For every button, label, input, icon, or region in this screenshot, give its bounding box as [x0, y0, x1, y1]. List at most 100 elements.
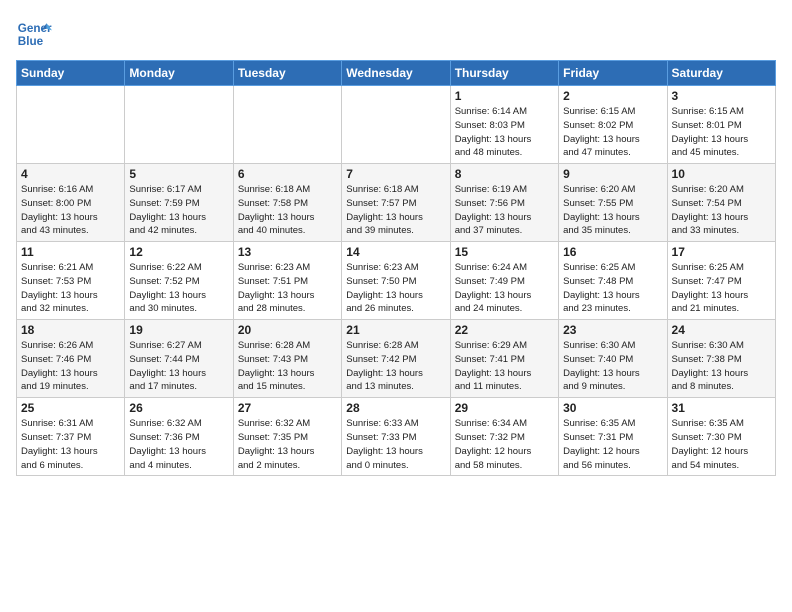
day-number: 15	[455, 245, 554, 259]
day-number: 26	[129, 401, 228, 415]
weekday-header-tuesday: Tuesday	[233, 61, 341, 86]
week-row-3: 11 Sunrise: 6:21 AM Sunset: 7:53 PM Dayli…	[17, 242, 776, 320]
day-detail: Sunrise: 6:14 AM Sunset: 8:03 PM Dayligh…	[455, 105, 554, 160]
day-detail: Sunrise: 6:18 AM Sunset: 7:58 PM Dayligh…	[238, 183, 337, 238]
day-number: 31	[672, 401, 771, 415]
calendar-cell: 2 Sunrise: 6:15 AM Sunset: 8:02 PM Daylig…	[559, 86, 667, 164]
calendar-cell	[125, 86, 233, 164]
calendar-cell: 13 Sunrise: 6:23 AM Sunset: 7:51 PM Dayli…	[233, 242, 341, 320]
weekday-header-saturday: Saturday	[667, 61, 775, 86]
day-detail: Sunrise: 6:34 AM Sunset: 7:32 PM Dayligh…	[455, 417, 554, 472]
day-number: 29	[455, 401, 554, 415]
day-detail: Sunrise: 6:32 AM Sunset: 7:35 PM Dayligh…	[238, 417, 337, 472]
day-detail: Sunrise: 6:16 AM Sunset: 8:00 PM Dayligh…	[21, 183, 120, 238]
day-detail: Sunrise: 6:33 AM Sunset: 7:33 PM Dayligh…	[346, 417, 445, 472]
week-row-4: 18 Sunrise: 6:26 AM Sunset: 7:46 PM Dayli…	[17, 320, 776, 398]
weekday-header-wednesday: Wednesday	[342, 61, 450, 86]
day-number: 25	[21, 401, 120, 415]
day-number: 22	[455, 323, 554, 337]
day-number: 9	[563, 167, 662, 181]
svg-text:Blue: Blue	[18, 35, 44, 48]
day-number: 8	[455, 167, 554, 181]
week-row-1: 1 Sunrise: 6:14 AM Sunset: 8:03 PM Daylig…	[17, 86, 776, 164]
calendar-cell: 23Sunrise: 6:30 AM Sunset: 7:40 PM Dayli…	[559, 320, 667, 398]
calendar-cell: 29 Sunrise: 6:34 AM Sunset: 7:32 PM Dayli…	[450, 398, 558, 476]
weekday-header-thursday: Thursday	[450, 61, 558, 86]
day-detail: Sunrise: 6:35 AM Sunset: 7:30 PM Dayligh…	[672, 417, 771, 472]
day-detail: Sunrise: 6:32 AM Sunset: 7:36 PM Dayligh…	[129, 417, 228, 472]
calendar-cell: 17Sunrise: 6:25 AM Sunset: 7:47 PM Dayli…	[667, 242, 775, 320]
calendar-cell	[233, 86, 341, 164]
calendar-cell: 7 Sunrise: 6:18 AM Sunset: 7:57 PM Daylig…	[342, 164, 450, 242]
day-detail: Sunrise: 6:27 AM Sunset: 7:44 PM Dayligh…	[129, 339, 228, 394]
calendar-cell: 24 Sunrise: 6:30 AM Sunset: 7:38 PM Dayli…	[667, 320, 775, 398]
day-detail: Sunrise: 6:26 AM Sunset: 7:46 PM Dayligh…	[21, 339, 120, 394]
day-number: 20	[238, 323, 337, 337]
calendar-cell: 1 Sunrise: 6:14 AM Sunset: 8:03 PM Daylig…	[450, 86, 558, 164]
calendar-cell: 31 Sunrise: 6:35 AM Sunset: 7:30 PM Dayli…	[667, 398, 775, 476]
calendar-cell: 14 Sunrise: 6:23 AM Sunset: 7:50 PM Dayli…	[342, 242, 450, 320]
calendar-cell: 10Sunrise: 6:20 AM Sunset: 7:54 PM Dayli…	[667, 164, 775, 242]
day-number: 3	[672, 89, 771, 103]
calendar-cell: 12 Sunrise: 6:22 AM Sunset: 7:52 PM Dayli…	[125, 242, 233, 320]
weekday-header-monday: Monday	[125, 61, 233, 86]
day-detail: Sunrise: 6:15 AM Sunset: 8:02 PM Dayligh…	[563, 105, 662, 160]
calendar-cell: 26 Sunrise: 6:32 AM Sunset: 7:36 PM Dayli…	[125, 398, 233, 476]
day-number: 19	[129, 323, 228, 337]
day-detail: Sunrise: 6:35 AM Sunset: 7:31 PM Dayligh…	[563, 417, 662, 472]
calendar-cell: 8 Sunrise: 6:19 AM Sunset: 7:56 PM Daylig…	[450, 164, 558, 242]
day-detail: Sunrise: 6:21 AM Sunset: 7:53 PM Dayligh…	[21, 261, 120, 316]
week-row-2: 4 Sunrise: 6:16 AM Sunset: 8:00 PM Daylig…	[17, 164, 776, 242]
day-number: 21	[346, 323, 445, 337]
day-number: 24	[672, 323, 771, 337]
calendar-cell: 27Sunrise: 6:32 AM Sunset: 7:35 PM Dayli…	[233, 398, 341, 476]
day-number: 12	[129, 245, 228, 259]
page-header: General Blue	[16, 16, 776, 52]
day-number: 7	[346, 167, 445, 181]
calendar-cell: 3Sunrise: 6:15 AM Sunset: 8:01 PM Daylig…	[667, 86, 775, 164]
day-number: 18	[21, 323, 120, 337]
day-detail: Sunrise: 6:20 AM Sunset: 7:55 PM Dayligh…	[563, 183, 662, 238]
day-number: 30	[563, 401, 662, 415]
day-detail: Sunrise: 6:17 AM Sunset: 7:59 PM Dayligh…	[129, 183, 228, 238]
day-number: 16	[563, 245, 662, 259]
day-number: 11	[21, 245, 120, 259]
weekday-header-row: SundayMondayTuesdayWednesdayThursdayFrid…	[17, 61, 776, 86]
day-detail: Sunrise: 6:23 AM Sunset: 7:51 PM Dayligh…	[238, 261, 337, 316]
calendar-cell: 28 Sunrise: 6:33 AM Sunset: 7:33 PM Dayli…	[342, 398, 450, 476]
calendar-cell	[17, 86, 125, 164]
day-number: 6	[238, 167, 337, 181]
weekday-header-sunday: Sunday	[17, 61, 125, 86]
week-row-5: 25 Sunrise: 6:31 AM Sunset: 7:37 PM Dayli…	[17, 398, 776, 476]
calendar-cell: 9 Sunrise: 6:20 AM Sunset: 7:55 PM Daylig…	[559, 164, 667, 242]
day-detail: Sunrise: 6:28 AM Sunset: 7:42 PM Dayligh…	[346, 339, 445, 394]
day-detail: Sunrise: 6:18 AM Sunset: 7:57 PM Dayligh…	[346, 183, 445, 238]
calendar-cell: 5 Sunrise: 6:17 AM Sunset: 7:59 PM Daylig…	[125, 164, 233, 242]
calendar-cell: 16Sunrise: 6:25 AM Sunset: 7:48 PM Dayli…	[559, 242, 667, 320]
day-detail: Sunrise: 6:29 AM Sunset: 7:41 PM Dayligh…	[455, 339, 554, 394]
day-detail: Sunrise: 6:31 AM Sunset: 7:37 PM Dayligh…	[21, 417, 120, 472]
day-detail: Sunrise: 6:23 AM Sunset: 7:50 PM Dayligh…	[346, 261, 445, 316]
weekday-header-friday: Friday	[559, 61, 667, 86]
day-number: 10	[672, 167, 771, 181]
day-detail: Sunrise: 6:30 AM Sunset: 7:40 PM Dayligh…	[563, 339, 662, 394]
logo: General Blue	[16, 16, 52, 52]
calendar-cell: 20 Sunrise: 6:28 AM Sunset: 7:43 PM Dayli…	[233, 320, 341, 398]
day-detail: Sunrise: 6:22 AM Sunset: 7:52 PM Dayligh…	[129, 261, 228, 316]
calendar-cell: 25 Sunrise: 6:31 AM Sunset: 7:37 PM Dayli…	[17, 398, 125, 476]
calendar-cell: 19 Sunrise: 6:27 AM Sunset: 7:44 PM Dayli…	[125, 320, 233, 398]
day-number: 1	[455, 89, 554, 103]
day-number: 5	[129, 167, 228, 181]
calendar-cell: 4 Sunrise: 6:16 AM Sunset: 8:00 PM Daylig…	[17, 164, 125, 242]
day-detail: Sunrise: 6:24 AM Sunset: 7:49 PM Dayligh…	[455, 261, 554, 316]
day-number: 28	[346, 401, 445, 415]
day-number: 2	[563, 89, 662, 103]
day-detail: Sunrise: 6:28 AM Sunset: 7:43 PM Dayligh…	[238, 339, 337, 394]
day-number: 14	[346, 245, 445, 259]
calendar-cell: 11 Sunrise: 6:21 AM Sunset: 7:53 PM Dayli…	[17, 242, 125, 320]
day-detail: Sunrise: 6:19 AM Sunset: 7:56 PM Dayligh…	[455, 183, 554, 238]
day-detail: Sunrise: 6:30 AM Sunset: 7:38 PM Dayligh…	[672, 339, 771, 394]
calendar-cell: 18 Sunrise: 6:26 AM Sunset: 7:46 PM Dayli…	[17, 320, 125, 398]
day-number: 13	[238, 245, 337, 259]
day-number: 4	[21, 167, 120, 181]
